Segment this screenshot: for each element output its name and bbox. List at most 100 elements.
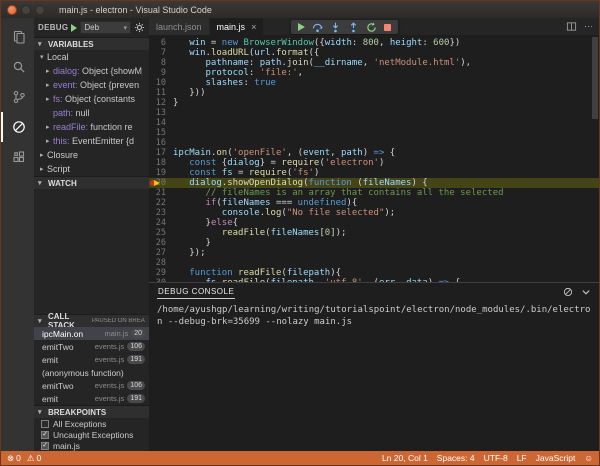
start-debug-button[interactable] <box>71 24 77 32</box>
variable-path[interactable]: path: null <box>34 106 149 120</box>
call-stack-section-header[interactable]: ▾ CALL STACK PAUSED ON BREAKPO <box>34 314 149 327</box>
code-line-29[interactable]: 29 function readFile(filepath){ <box>149 268 599 278</box>
variable-fs[interactable]: ▸fs: Object {constants <box>34 92 149 106</box>
code-line-6[interactable]: 6 win = new BrowserWindow({width: 800, h… <box>149 38 599 48</box>
collapse-panel-chevron-icon[interactable] <box>581 287 591 297</box>
code-line-17[interactable]: 17ipcMain.on('openFile', (event, path) =… <box>149 148 599 158</box>
code-line-10[interactable]: 10 slashes: true <box>149 78 599 88</box>
split-editor-button[interactable] <box>566 21 577 32</box>
eol-setting[interactable]: LF <box>517 453 527 463</box>
clear-console-icon[interactable] <box>563 287 573 297</box>
code-line-21[interactable]: 21 // fileNames is an array that contain… <box>149 188 599 198</box>
line-number[interactable]: 18 <box>149 158 173 168</box>
line-number[interactable]: 8 <box>149 58 173 68</box>
line-number[interactable]: 24 <box>149 218 173 228</box>
indentation-setting[interactable]: Spaces: 4 <box>437 453 475 463</box>
breakpoint-checkbox[interactable]: ✓ <box>41 431 49 439</box>
cursor-position[interactable]: Ln 20, Col 1 <box>382 453 428 463</box>
line-number[interactable]: 6 <box>149 38 173 48</box>
variables-scope-closure[interactable]: ▸Closure <box>34 148 149 162</box>
line-number[interactable]: 23 <box>149 208 173 218</box>
line-number[interactable]: 28 <box>149 258 173 268</box>
stack-frame-1[interactable]: emitTwoevents.js106 <box>34 340 149 353</box>
code-line-9[interactable]: 9 protocol: 'file:', <box>149 68 599 78</box>
stack-frame-2[interactable]: emitevents.js191 <box>34 353 149 366</box>
line-number[interactable]: 11 <box>149 88 173 98</box>
breakpoint-0[interactable]: All Exceptions <box>34 418 149 429</box>
code-line-26[interactable]: 26 } <box>149 238 599 248</box>
language-mode[interactable]: JavaScript <box>536 453 576 463</box>
code-line-15[interactable]: 15 <box>149 128 599 138</box>
window-close-button[interactable] <box>7 5 17 15</box>
code-line-12[interactable]: 12} <box>149 98 599 108</box>
activity-bar-explorer[interactable] <box>1 22 34 52</box>
activity-bar-extensions[interactable] <box>1 142 34 172</box>
code-line-14[interactable]: 14 <box>149 118 599 128</box>
restart-button[interactable] <box>366 22 377 33</box>
stack-frame-3[interactable]: (anonymous function) <box>34 366 149 379</box>
debug-console-tab[interactable]: DEBUG CONSOLE <box>157 285 235 299</box>
watch-section-header[interactable]: ▾ WATCH <box>34 176 149 189</box>
breakpoint-checkbox[interactable]: ✓ <box>41 442 49 450</box>
error-count[interactable]: ⊗ 0 <box>7 453 21 464</box>
more-actions-button[interactable]: ⋯ <box>584 21 593 32</box>
line-number[interactable]: 12 <box>149 98 173 108</box>
stack-frame-5[interactable]: emitevents.js191 <box>34 392 149 405</box>
code-editor[interactable]: 6 win = new BrowserWindow({width: 800, h… <box>149 35 599 282</box>
code-line-22[interactable]: 22 if(fileNames === undefined){ <box>149 198 599 208</box>
breakpoint-checkbox[interactable] <box>41 420 49 428</box>
warning-count[interactable]: ⚠ 0 <box>27 453 41 464</box>
stop-button[interactable] <box>384 24 391 31</box>
line-number[interactable]: 26 <box>149 238 173 248</box>
code-line-13[interactable]: 13 <box>149 108 599 118</box>
code-line-19[interactable]: 19 const fs = require('fs') <box>149 168 599 178</box>
code-line-27[interactable]: 27 }); <box>149 248 599 258</box>
line-number[interactable]: 19 <box>149 168 173 178</box>
code-line-23[interactable]: 23 console.log("No file selected"); <box>149 208 599 218</box>
activity-bar-source-control[interactable] <box>1 82 34 112</box>
activity-bar-search[interactable] <box>1 52 34 82</box>
code-line-11[interactable]: 11 })) <box>149 88 599 98</box>
variable-readFile[interactable]: ▸readFile: function re <box>34 120 149 134</box>
line-number[interactable]: 15 <box>149 128 173 138</box>
variables-section-header[interactable]: ▾ VARIABLES <box>34 37 149 50</box>
stack-frame-4[interactable]: emitTwoevents.js106 <box>34 379 149 392</box>
continue-button[interactable] <box>298 23 305 31</box>
debug-settings-gear-icon[interactable] <box>134 22 145 33</box>
editor-scrollbar[interactable] <box>592 37 598 119</box>
line-number[interactable]: 25 <box>149 228 173 238</box>
window-minimize-button[interactable] <box>21 5 31 15</box>
step-into-button[interactable] <box>330 22 341 33</box>
close-tab-icon[interactable]: × <box>251 22 256 32</box>
variables-scope-local[interactable]: ▾Local <box>34 50 149 64</box>
step-out-button[interactable] <box>348 22 359 33</box>
feedback-smiley-icon[interactable]: ☺ <box>584 453 593 463</box>
activity-bar-debug[interactable] <box>1 112 34 142</box>
line-number[interactable]: 17 <box>149 148 173 158</box>
step-over-button[interactable] <box>312 22 323 33</box>
code-line-20[interactable]: 20 dialog.showOpenDialog(function (fileN… <box>149 178 599 188</box>
line-number[interactable]: 13 <box>149 108 173 118</box>
code-line-28[interactable]: 28 <box>149 258 599 268</box>
line-number[interactable]: 7 <box>149 48 173 58</box>
code-line-30[interactable]: 30 fs.readFile(filepath, 'utf-8', (err, … <box>149 278 599 282</box>
variable-this[interactable]: ▸this: EventEmitter {d <box>34 134 149 148</box>
code-line-7[interactable]: 7 win.loadURL(url.format({ <box>149 48 599 58</box>
line-number[interactable]: 16 <box>149 138 173 148</box>
line-number[interactable]: 9 <box>149 68 173 78</box>
debug-config-dropdown[interactable]: Deb ▾ <box>80 21 131 34</box>
variables-scope-script[interactable]: ▸Script <box>34 162 149 176</box>
code-line-24[interactable]: 24 }else{ <box>149 218 599 228</box>
line-number[interactable]: 29 <box>149 268 173 278</box>
window-maximize-button[interactable] <box>35 5 45 15</box>
line-number[interactable]: 21 <box>149 188 173 198</box>
breakpoint-1[interactable]: ✓Uncaught Exceptions <box>34 429 149 440</box>
line-number[interactable]: 27 <box>149 248 173 258</box>
line-number[interactable]: 22 <box>149 198 173 208</box>
tab-launch-json[interactable]: launch.json <box>149 18 210 35</box>
encoding-setting[interactable]: UTF-8 <box>484 453 508 463</box>
breakpoint-2[interactable]: ✓main.js <box>34 440 149 451</box>
variable-dialog[interactable]: ▸dialog: Object {showM <box>34 64 149 78</box>
tab-main-js[interactable]: main.js× <box>210 18 265 35</box>
code-line-18[interactable]: 18 const {dialog} = require('electron') <box>149 158 599 168</box>
